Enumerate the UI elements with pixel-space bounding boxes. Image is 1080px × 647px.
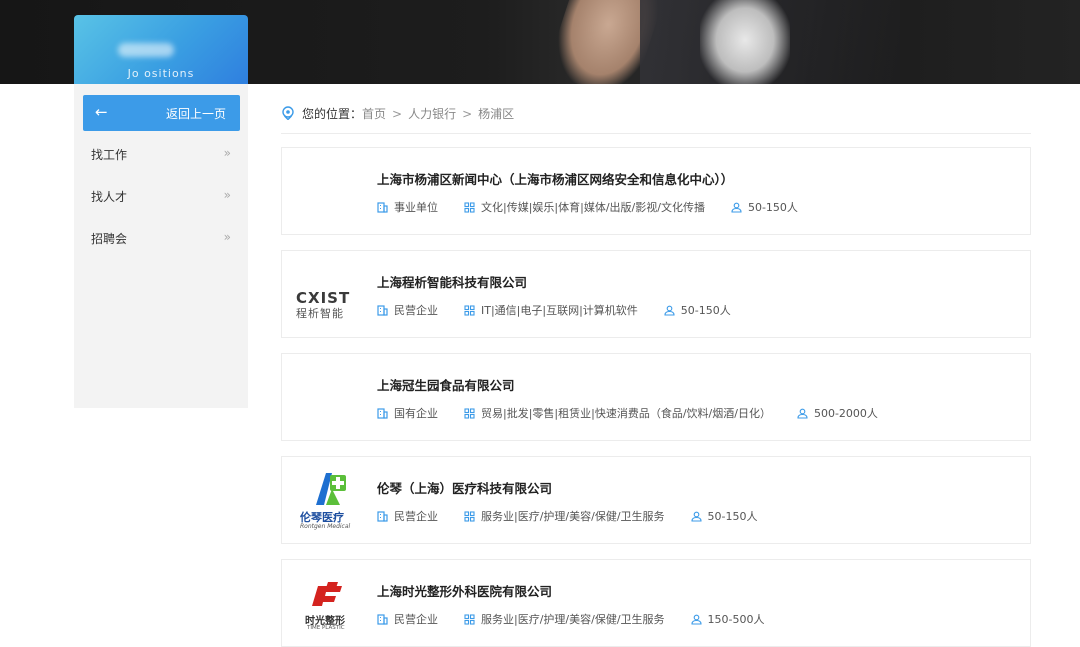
company-name[interactable]: 上海时光整形外科医院有限公司	[377, 581, 552, 600]
company-type: 国有企业	[394, 407, 438, 420]
company-card[interactable]: 上海冠生园食品有限公司 国有企业 贸易|批发|零售|租赁业|快速消费品（食品/饮…	[281, 353, 1031, 441]
company-meta: 民营企业 服务业|医疗/护理/美容/保健/卫生服务 150-500人	[377, 611, 791, 627]
breadcrumb-link-home[interactable]: 首页	[362, 107, 386, 121]
grid-icon	[464, 407, 475, 419]
company-industry: IT|通信|电子|互联网|计算机软件	[481, 304, 638, 317]
double-chevron-icon: »	[223, 188, 231, 202]
company-type: 民营企业	[394, 613, 438, 626]
sidebar-header: Jo ositions	[74, 15, 248, 84]
company-industry: 服务业|医疗/护理/美容/保健/卫生服务	[481, 510, 665, 523]
company-industry: 文化|传媒|娱乐|体育|媒体/出版/影视/文化传播	[481, 201, 705, 214]
company-industry: 贸易|批发|零售|租赁业|快速消费品（食品/饮料/烟酒/日化）	[481, 407, 771, 420]
person-icon	[731, 202, 742, 213]
timeplastic-logo: 时光整形 TIME PLASTIC	[290, 570, 368, 636]
double-chevron-icon: »	[223, 146, 231, 160]
location-pin-icon	[282, 106, 294, 120]
breadcrumb-separator: >	[462, 107, 473, 121]
company-size: 150-500人	[707, 613, 765, 626]
breadcrumb: 您的位置：首页 > 人力银行 > 杨浦区	[281, 104, 1031, 134]
breadcrumb-text: 您的位置：首页 > 人力银行 > 杨浦区	[302, 105, 514, 122]
company-logo-placeholder	[290, 364, 368, 430]
company-card[interactable]: CXIST 程析智能 上海程析智能科技有限公司 民营企业 IT|通信|电子|互联…	[281, 250, 1031, 338]
sidebar-item-find-job[interactable]: 找工作 »	[91, 146, 231, 168]
building-icon	[377, 407, 388, 419]
sidebar-header-blurred-text	[118, 43, 174, 57]
sidebar-header-title: Jo ositions	[127, 67, 195, 80]
building-icon	[377, 613, 388, 625]
sidebar-item-label: 找人才	[91, 190, 128, 204]
arrow-left-icon: ←	[95, 103, 108, 121]
company-name[interactable]: 伦琴（上海）医疗科技有限公司	[377, 478, 552, 497]
company-meta: 事业单位 文化|传媒|娱乐|体育|媒体/出版/影视/文化传播 50-150人	[377, 199, 824, 215]
grid-icon	[464, 201, 475, 213]
timeplastic-emblem-icon	[312, 582, 342, 606]
building-icon	[377, 510, 388, 522]
company-card[interactable]: 时光整形 TIME PLASTIC 上海时光整形外科医院有限公司 民营企业 服务…	[281, 559, 1031, 647]
sidebar-item-job-fair[interactable]: 招聘会 »	[91, 230, 231, 252]
person-icon	[797, 408, 808, 419]
company-size: 50-150人	[707, 510, 758, 523]
company-name[interactable]: 上海程析智能科技有限公司	[377, 272, 527, 291]
sidebar-item-label: 招聘会	[91, 232, 128, 246]
rontgen-logo: 伦琴医疗 Rontgen Medical	[290, 467, 368, 533]
sidebar-item-label: 找工作	[91, 148, 128, 162]
company-type: 民营企业	[394, 304, 438, 317]
grid-icon	[464, 304, 475, 316]
double-chevron-icon: »	[223, 230, 231, 244]
building-icon	[377, 304, 388, 316]
building-icon	[377, 201, 388, 213]
grid-icon	[464, 510, 475, 522]
company-card[interactable]: 上海市杨浦区新闻中心（上海市杨浦区网络安全和信息化中心）） 事业单位 文化|传媒…	[281, 147, 1031, 235]
person-icon	[690, 614, 702, 625]
person-icon	[664, 305, 675, 316]
company-logo-placeholder	[290, 158, 368, 224]
sidebar: ← 返回上一页 找工作 » 找人才 » 招聘会 »	[74, 84, 248, 408]
rontgen-emblem-icon	[316, 473, 346, 505]
company-meta: 国有企业 贸易|批发|零售|租赁业|快速消费品（食品/饮料/烟酒/日化） 500…	[377, 405, 904, 421]
company-meta: 民营企业 服务业|医疗/护理/美容/保健/卫生服务 50-150人	[377, 508, 784, 524]
grid-icon	[464, 613, 475, 625]
logo-text-bottom: 程析智能	[296, 307, 344, 320]
breadcrumb-link-talent-bank[interactable]: 人力银行	[408, 107, 456, 121]
company-size: 50-150人	[747, 201, 798, 214]
company-card[interactable]: 伦琴医疗 Rontgen Medical 伦琴（上海）医疗科技有限公司 民营企业…	[281, 456, 1031, 544]
back-button-label: 返回上一页	[165, 107, 226, 121]
company-type: 民营企业	[394, 510, 438, 523]
company-name[interactable]: 上海冠生园食品有限公司	[377, 375, 515, 394]
sidebar-item-find-talent[interactable]: 找人才 »	[91, 188, 231, 210]
breadcrumb-separator: >	[392, 107, 403, 121]
company-size: 50-150人	[680, 304, 731, 317]
logo-text-bottom: Rontgen Medical	[300, 523, 351, 530]
company-name[interactable]: 上海市杨浦区新闻中心（上海市杨浦区网络安全和信息化中心））	[377, 169, 733, 188]
company-type: 事业单位	[394, 201, 438, 214]
company-industry: 服务业|医疗/护理/美容/保健/卫生服务	[481, 613, 665, 626]
breadcrumb-prefix: 您的位置：	[302, 107, 363, 121]
company-size: 500-2000人	[813, 407, 878, 420]
back-button[interactable]: ← 返回上一页	[83, 95, 240, 131]
logo-text-bottom: TIME PLASTIC	[307, 625, 345, 631]
company-meta: 民营企业 IT|通信|电子|互联网|计算机软件 50-150人	[377, 302, 757, 318]
breadcrumb-current: 杨浦区	[478, 107, 515, 121]
cxist-logo: CXIST 程析智能	[290, 261, 368, 327]
person-icon	[690, 511, 702, 522]
banner-shirt-image	[700, 0, 790, 84]
